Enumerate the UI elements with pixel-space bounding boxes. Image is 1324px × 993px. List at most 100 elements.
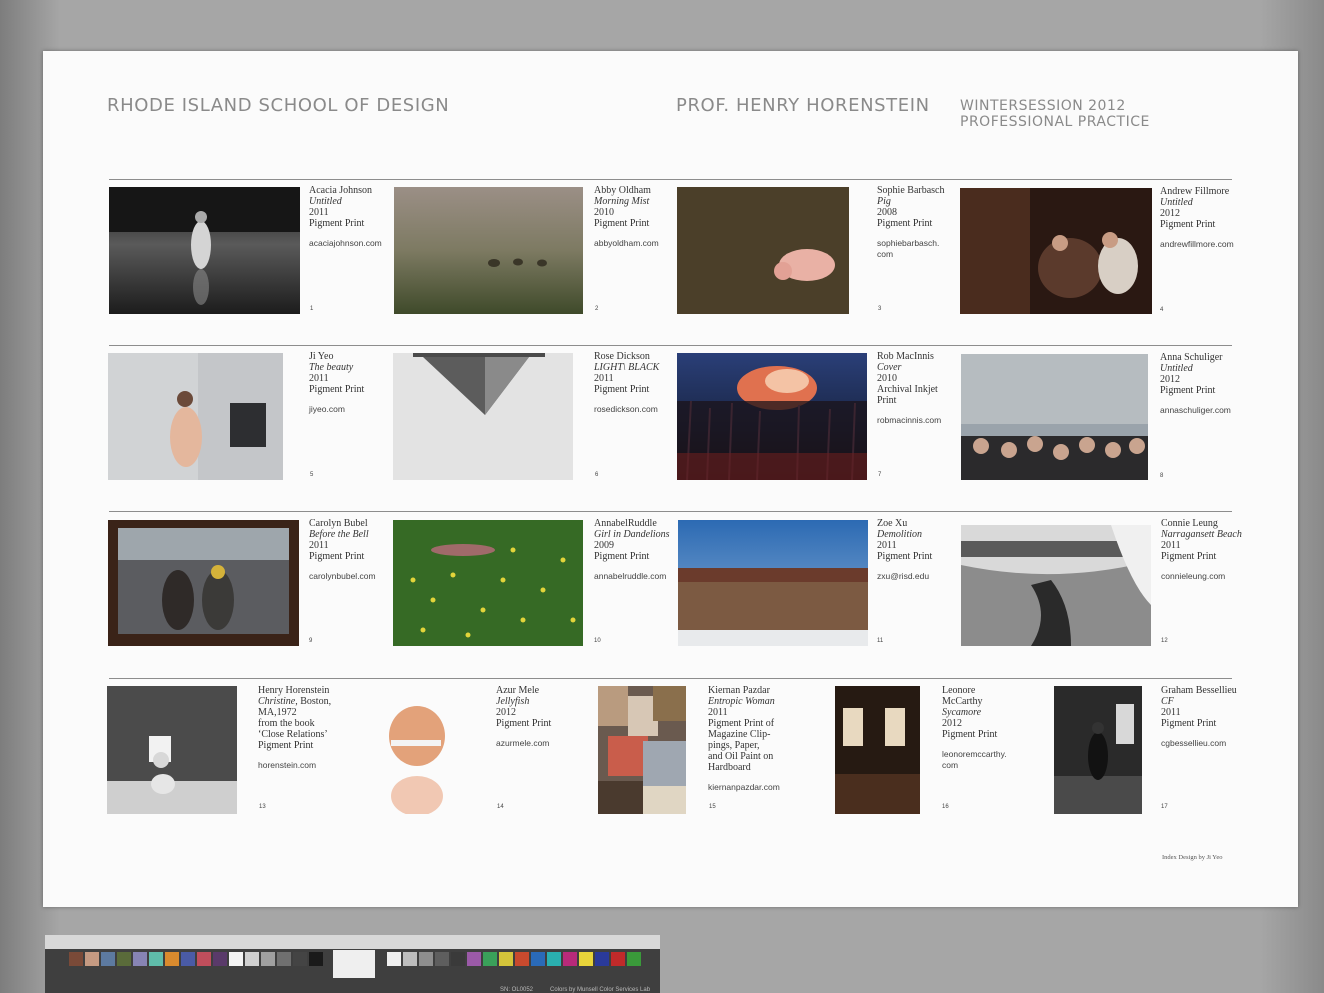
work-number: 11 [877,638,884,644]
caption-work-15: Kiernan Pazdar Entropic Woman 2011 Pigme… [708,685,780,793]
website-link[interactable]: annaschuliger.com [1160,405,1231,416]
color-swatch [101,952,115,966]
color-swatch [451,952,465,966]
website-link[interactable]: annabelruddle.com [594,571,670,582]
color-swatch [277,952,291,966]
color-swatch [181,952,195,966]
color-checker-card: SN: OL0052 Colors by Munsell Color Servi… [45,935,660,993]
color-swatch [229,952,243,966]
website-link[interactable]: connieleung.com [1161,571,1242,582]
school-title: RHODE ISLAND SCHOOL OF DESIGN [107,95,450,116]
caption-work-6: Rose Dickson LIGHT\ BLACK 2011 Pigment P… [594,351,660,415]
website-link[interactable]: rosedickson.com [594,404,659,415]
website-link[interactable]: horenstein.com [258,760,331,771]
work-number: 13 [259,804,266,810]
row-divider [109,511,1232,512]
photo-classroom [961,354,1148,480]
caption-work-3: Sophie Barbasch Pig 2008 Pigment Print s… [877,185,945,260]
photo-sycamore [835,686,920,814]
work-number: 3 [878,306,882,312]
photo-light-black [393,353,573,480]
caption-work-7: Rob MacInnis Cover 2010 Archival Inkjet … [877,351,942,426]
website-link[interactable]: kiernanpazdar.com [708,782,780,793]
website-link[interactable]: carolynbubel.com [309,571,376,582]
website-link[interactable]: leonoremccarthy. com [942,749,1007,771]
caption-work-1: Acacia Johnson Untitled 2011 Pigment Pri… [309,185,382,249]
professor-title: PROF. HENRY HORENSTEIN [676,95,930,116]
photo-before-the-bell [108,520,299,646]
photo-figure-in-water [109,187,300,314]
photo-entropic-woman [598,686,686,814]
color-swatch [387,952,401,966]
work-number: 10 [594,638,601,644]
website-link[interactable]: acaciajohnson.com [309,238,382,249]
work-number: 15 [709,804,716,810]
work-number: 5 [310,472,314,478]
color-swatch [245,952,259,966]
website-link[interactable]: andrewfillmore.com [1160,239,1234,250]
color-swatch [595,952,609,966]
photo-christine [107,686,237,814]
caption-work-9: Carolyn Bubel Before the Bell 2011 Pigme… [309,518,376,582]
work-number: 12 [1161,638,1168,644]
course-line-1: WINTERSESSION 2012 [960,98,1126,114]
photo-morning-mist [394,187,583,314]
caption-work-10: AnnabelRuddle Girl in Dandelions 2009 Pi… [594,518,670,582]
checker-note: Colors by Munsell Color Services Lab [550,987,651,993]
color-swatch [435,952,449,966]
design-credit: Index Design by Ji Yeo [1162,854,1223,861]
index-sheet: RHODE ISLAND SCHOOL OF DESIGN PROF. HENR… [43,51,1298,907]
caption-work-12: Connie Leung Narragansett Beach 2011 Pig… [1161,518,1242,582]
color-swatch [133,952,147,966]
color-swatch [213,952,227,966]
ruler-strip [45,935,660,949]
row-divider [109,345,1232,346]
photo-narragansett-beach [961,525,1151,646]
caption-work-8: Anna Schuliger Untitled 2012 Pigment Pri… [1160,352,1231,416]
row-divider [109,678,1232,679]
website-link[interactable]: cgbessellieu.com [1161,738,1237,749]
work-number: 14 [497,804,504,810]
checker-serial: SN: OL0052 [500,987,534,993]
website-link[interactable]: zxu@risd.edu [877,571,932,582]
color-swatch [149,952,163,966]
website-link[interactable]: sophiebarbasch. com [877,238,945,260]
caption-work-2: Abby Oldham Morning Mist 2010 Pigment Pr… [594,185,659,249]
color-swatch [483,952,497,966]
website-link[interactable]: azurmele.com [496,738,551,749]
photo-seated-woman [108,353,283,480]
website-link[interactable]: robmacinnis.com [877,415,941,426]
color-swatch [419,952,433,966]
color-swatch [69,952,83,966]
caption-work-16: Leonore McCarthy Sycamore 2012 Pigment P… [942,685,1007,771]
website-link[interactable]: jiyeo.com [309,404,364,415]
color-swatch [261,952,275,966]
caption-work-4: Andrew Fillmore Untitled 2012 Pigment Pr… [1160,186,1234,250]
color-swatch [627,952,641,966]
color-swatch [85,952,99,966]
website-link[interactable]: abbyoldham.com [594,238,659,249]
color-swatch [547,952,561,966]
color-swatch [165,952,179,966]
caption-work-13: Henry Horenstein Christine, Boston, MA,1… [258,685,332,771]
work-number: 4 [1160,307,1164,313]
caption-work-5: Ji Yeo The beauty 2011 Pigment Print jiy… [309,351,365,415]
work-number: 17 [1161,804,1168,810]
work-number: 7 [878,472,882,478]
photo-girl-in-dandelions [393,520,583,646]
work-number: 2 [595,306,599,312]
color-swatch [515,952,529,966]
work-number: 8 [1160,473,1164,479]
caption-work-17: Graham Bessellieu CF 2011 Pigment Print … [1161,685,1237,749]
target-patch [333,950,375,978]
photo-cf [1054,686,1142,814]
course-line-2: PROFESSIONAL PRACTICE [960,114,1150,130]
color-swatch [611,952,625,966]
caption-work-11: Zoe Xu Demolition 2011 Pigment Print zxu… [877,518,933,582]
work-number: 1 [310,306,314,312]
work-number: 16 [942,804,949,810]
photo-cover-sky-trees [677,353,867,480]
color-swatch [309,952,323,966]
color-swatch [499,952,513,966]
color-swatch [197,952,211,966]
